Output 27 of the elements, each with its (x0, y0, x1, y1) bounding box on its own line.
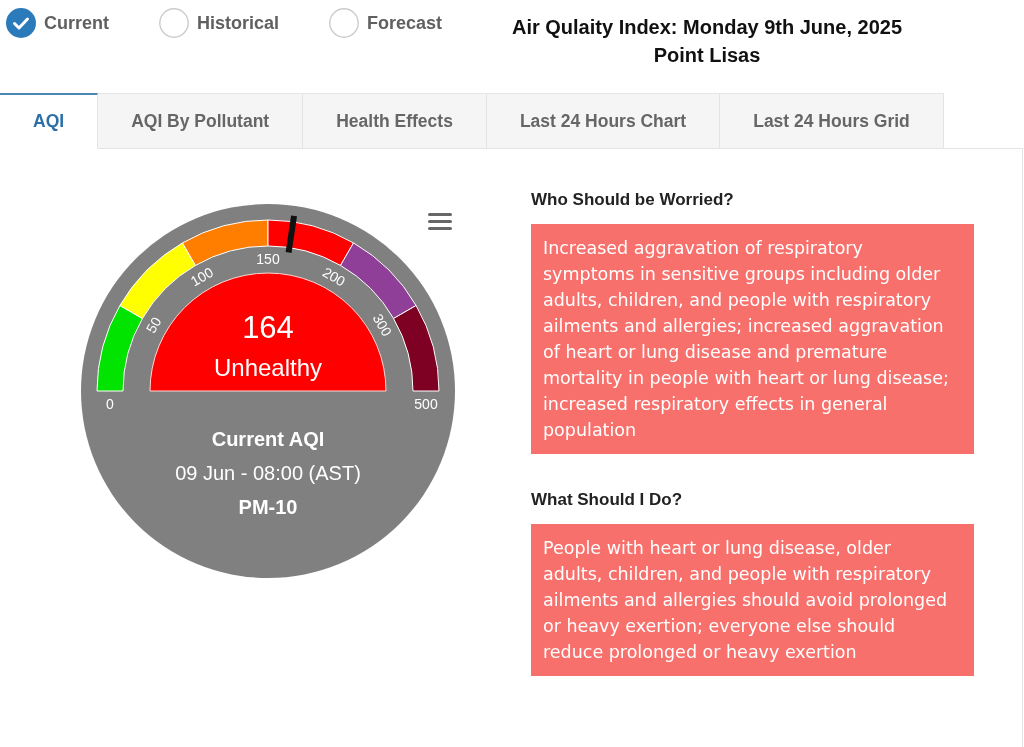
tab[interactable]: Health Effects (303, 93, 487, 149)
radio-option[interactable]: Forecast (329, 8, 443, 38)
radio-option[interactable]: Current (6, 8, 109, 38)
aqi-value: 164 (242, 310, 294, 345)
aqi-category: Unhealthy (213, 354, 323, 381)
tab[interactable]: Last 24 Hours Chart (486, 93, 721, 149)
advice-heading: Who Should be Worried? (531, 189, 735, 211)
menu-icon[interactable] (428, 213, 452, 230)
scale-label: 0 (106, 396, 114, 412)
location-title: Point Lisas (652, 43, 762, 68)
tab[interactable]: Last 24 Hours Grid (720, 93, 944, 149)
gauge-caption: Current AQI (211, 428, 325, 450)
scale-label: 150 (256, 251, 280, 267)
tab[interactable]: AQI By Pollutant (98, 93, 304, 149)
radio-option[interactable]: Historical (159, 8, 280, 38)
scale-label: 200 (319, 263, 349, 290)
pollutant-label: PM-10 (238, 496, 298, 518)
scale-label: 100 (187, 263, 217, 290)
advice-message: People with heart or lung disease, older adults, children, and people with respiratory ailments and allergies should avoid prolonged or heavy exertion; everyone else should reduce prolonged or heavy exertion (531, 524, 974, 676)
advice-message: Increased aggravation of respiratory symptoms in sensitive groups including older adults, children, and people with respiratory ailments and allergies; increased aggravation of heart or lung disease and premature mortality in people with heart or lung disease; increased respiratory effects in general population (531, 224, 974, 454)
advice-heading: What Should I Do? (531, 489, 684, 511)
page-title: Air Qulaity Index: Monday 9th June, 2025 (510, 15, 904, 40)
scale-label: 50 (142, 314, 165, 336)
tab[interactable]: AQI (0, 93, 99, 149)
gauge-timestamp: 09 Jun - 08:00 (AST) (175, 462, 361, 484)
scale-label: 300 (369, 310, 396, 340)
scale-label: 500 (414, 396, 438, 412)
